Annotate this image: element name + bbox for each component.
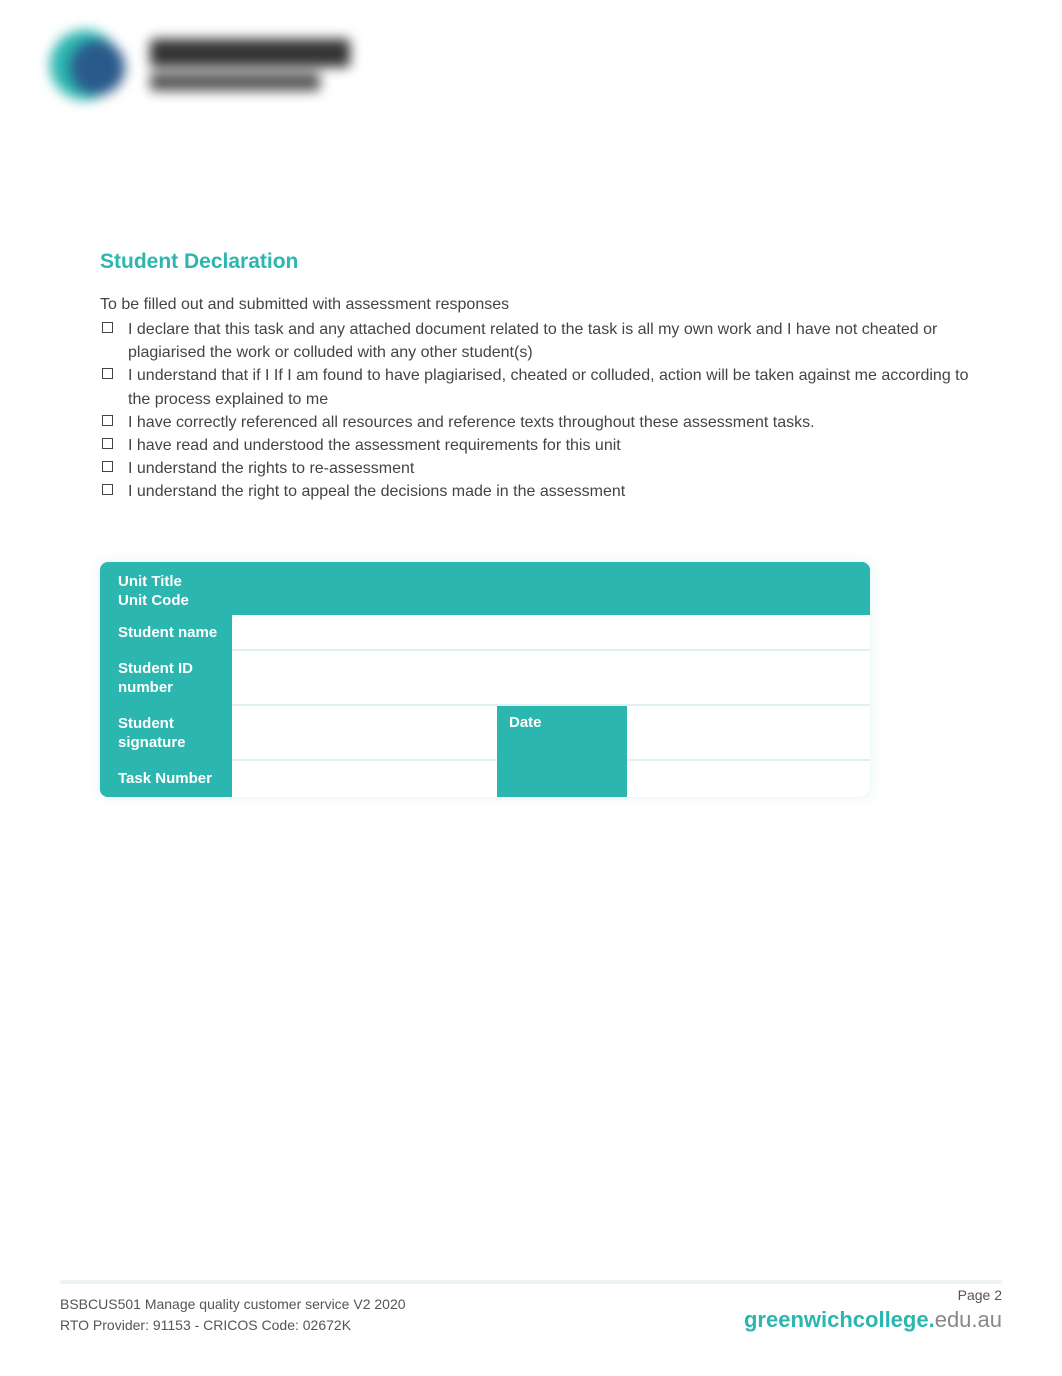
page-number: Page 2 xyxy=(744,1286,1002,1306)
declaration-text: I understand that if I If I am found to … xyxy=(128,367,969,407)
label-unit-title: Unit Title xyxy=(118,573,182,590)
label-unit-code: Unit Code xyxy=(118,592,189,609)
site-bold: greenwichcollege. xyxy=(744,1307,935,1332)
page-footer: BSBCUS501 Manage quality customer servic… xyxy=(60,1286,1002,1336)
label-unit-title-code: Unit Title Unit Code xyxy=(100,562,870,615)
declaration-text: I have read and understood the assessmen… xyxy=(128,437,621,454)
row-signature-date: Student signature Date xyxy=(100,706,870,761)
label-task-number: Task Number xyxy=(100,761,232,797)
row-student-name: Student name xyxy=(100,615,870,651)
row-task-number: Task Number xyxy=(100,761,870,797)
spacer-cell xyxy=(497,761,627,797)
label-student-signature: Student signature xyxy=(100,706,232,761)
intro-text: To be filled out and submitted with asse… xyxy=(100,296,992,314)
label-date: Date xyxy=(497,706,627,761)
label-student-name: Student name xyxy=(100,615,232,651)
declaration-item: I have read and understood the assessmen… xyxy=(100,434,992,457)
field-task-number[interactable] xyxy=(232,761,497,797)
main-content: Student Declaration To be filled out and… xyxy=(100,250,992,797)
declaration-text: I declare that this task and any attache… xyxy=(128,321,937,361)
footer-provider-info: RTO Provider: 91153 - CRICOS Code: 02672… xyxy=(60,1315,406,1336)
declaration-text: I understand the rights to re-assessment xyxy=(128,460,414,477)
declaration-item: I declare that this task and any attache… xyxy=(100,318,992,364)
logo-mark-icon xyxy=(40,20,140,110)
declaration-text: I have correctly referenced all resource… xyxy=(128,414,815,431)
footer-website: greenwichcollege.edu.au xyxy=(744,1305,1002,1336)
label-student-id: Student ID number xyxy=(100,651,232,706)
declaration-list: I declare that this task and any attache… xyxy=(100,318,992,504)
site-rest: edu.au xyxy=(935,1307,1002,1332)
row-student-id: Student ID number xyxy=(100,651,870,706)
section-heading: Student Declaration xyxy=(100,250,992,274)
footer-left: BSBCUS501 Manage quality customer servic… xyxy=(60,1294,406,1336)
declaration-text: I understand the right to appeal the dec… xyxy=(128,483,625,500)
field-student-name[interactable] xyxy=(232,615,870,651)
row-unit: Unit Title Unit Code xyxy=(100,562,870,615)
field-task-number-2[interactable] xyxy=(627,761,870,797)
declaration-item: I understand the right to appeal the dec… xyxy=(100,480,992,503)
field-student-id[interactable] xyxy=(232,651,870,706)
field-student-signature[interactable] xyxy=(232,706,497,761)
document-page: Student Declaration To be filled out and… xyxy=(0,0,1062,1376)
header-logo xyxy=(40,10,400,120)
declaration-form: Unit Title Unit Code Student name Studen… xyxy=(100,562,870,797)
declaration-item: I understand that if I If I am found to … xyxy=(100,364,992,410)
field-date[interactable] xyxy=(627,706,870,761)
logo-text xyxy=(150,39,350,91)
declaration-item: I understand the rights to re-assessment xyxy=(100,457,992,480)
footer-course-info: BSBCUS501 Manage quality customer servic… xyxy=(60,1294,406,1315)
footer-divider xyxy=(60,1280,1002,1284)
footer-right: Page 2 greenwichcollege.edu.au xyxy=(744,1286,1002,1336)
declaration-item: I have correctly referenced all resource… xyxy=(100,411,992,434)
